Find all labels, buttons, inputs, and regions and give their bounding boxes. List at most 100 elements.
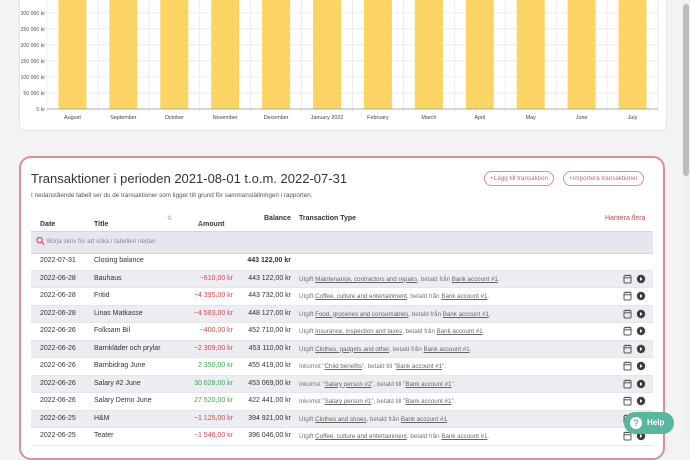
type-link[interactable]: Bank account #1 [401,416,447,423]
bar[interactable] [363,0,392,109]
bar[interactable] [160,0,189,109]
type-link[interactable]: Bank account #1 [441,293,487,300]
calendar-icon[interactable] [623,344,632,353]
type-link[interactable]: Bank account #1 [452,276,498,283]
table-row[interactable]: 2022-07-31 Closing balance 443 122,00 kr [31,253,653,271]
table-row[interactable]: 2022-06-25 H&M −1 125,00 kr 394 921,00 kr Ut… [31,410,653,428]
search-placeholder: Börja skriv för att söka i tabellen neda… [47,238,156,245]
arrow-right-circle-icon[interactable] [636,326,646,336]
table-row[interactable]: 2022-06-26 Salary Demo June 27 520,00 kr 42… [31,393,653,411]
search-icon [36,236,45,245]
add-transaction-button[interactable]: +Lägg till transaktion [484,171,554,186]
sort-icon[interactable]: ⇅ [167,215,172,222]
arrow-right-circle-icon[interactable] [636,291,646,301]
type-link[interactable]: Bank account #1 [437,328,483,335]
bar[interactable] [109,0,138,109]
type-text: ", betald till " [371,398,406,405]
type-text: Utgift [299,310,316,318]
type-text: , betald från [402,328,437,335]
type-text: Inkomst " [299,380,325,388]
calendar-icon[interactable] [623,326,632,336]
help-button[interactable]: ? Help [624,412,674,434]
row-actions [623,344,646,353]
row-transaction-type: Utgift Clothes, gadgets and other, betal… [299,346,471,353]
row-amount: −4 395,00 kr [193,292,233,299]
table-row[interactable]: 2022-06-26 Barnkläder och prylar −2 309,00… [31,340,653,358]
table-row[interactable]: 2022-06-28 Linas Matkasse −4 583,00 kr 448 … [31,305,653,323]
bar[interactable] [211,0,240,109]
row-balance: 396 046,00 kr [248,432,291,439]
row-title: Barnkläder och prylar [94,344,161,352]
arrow-right-circle-icon[interactable] [636,361,646,371]
type-link[interactable]: Bank account #1 [405,381,451,388]
type-link[interactable]: Bank account #1 [424,346,470,353]
help-label: Help [647,418,665,427]
manage-multiple-link[interactable]: Hantera flera [605,215,645,222]
calendar-icon[interactable] [623,379,632,388]
calendar-icon[interactable] [623,274,632,283]
row-date: 2022-06-26 [40,362,76,369]
table-row[interactable]: 2022-06-26 Salary #2 June 30 628,00 kr 453 … [31,375,653,393]
calendar-icon[interactable] [623,309,632,318]
calendar-icon[interactable] [623,291,632,301]
type-link[interactable]: Bank account #1 [443,311,489,318]
type-link[interactable]: Maintenance, contractors and repairs [315,276,417,283]
bar[interactable] [58,0,87,109]
x-tick-label: February [367,115,389,121]
table-row[interactable]: 2022-06-25 Teater −1 546,00 kr 396 046,00 k… [31,428,653,446]
import-transactions-button[interactable]: +Importera transaktioner [563,171,644,186]
y-tick-label: 50 000 kr [23,91,45,97]
type-text: ". [451,398,456,405]
bar[interactable] [465,0,494,109]
row-date: 2022-06-26 [40,379,76,387]
type-link[interactable]: Insurance, inspection and taxes [315,328,402,335]
arrow-right-circle-icon[interactable] [636,274,646,283]
row-transaction-type: Utgift Clothes and shoes, betald från Ba… [299,416,449,423]
y-tick-label: 150 000 kr [20,59,45,65]
arrow-right-circle-icon[interactable] [636,379,646,388]
row-balance: 455 419,00 kr [248,362,291,369]
bar[interactable] [313,0,342,109]
arrow-right-circle-icon[interactable] [636,344,646,353]
type-link[interactable]: Salary person #2 [325,381,372,388]
bar[interactable] [414,0,443,109]
row-amount: −1 125,00 kr [193,414,233,422]
type-text: ". [442,363,447,370]
type-link[interactable]: Clothes, gadgets and other [315,346,389,353]
table-row[interactable]: 2022-06-28 Bauhaus −610,00 kr 443 122,00 kr… [31,270,653,288]
row-transaction-type: Inkomst "Child benefits", betald till "B… [299,363,446,370]
type-link[interactable]: Clothes and shoes [315,416,366,423]
bar[interactable] [516,0,545,109]
type-link[interactable]: Child benefits [325,363,363,370]
row-title: Folksam Bil [94,327,131,334]
type-link[interactable]: Bank account #1 [396,363,442,370]
table-row[interactable]: 2022-06-26 Folksam Bil −400,00 kr 452 710,0… [31,323,653,341]
table-row[interactable]: 2022-06-26 Barnbidrag June 2 350,00 kr 455 … [31,358,653,376]
type-link[interactable]: Coffee, culture and entertainment [315,293,407,300]
search-input[interactable]: Börja skriv för att söka i tabellen neda… [36,236,648,248]
row-balance: 452 710,00 kr [248,327,291,334]
row-actions [623,326,646,336]
bar[interactable] [618,0,647,109]
type-link[interactable]: Salary person #1 [325,398,372,405]
sort-icon: ⇅ [40,222,46,228]
table-row[interactable]: 2022-06-28 Fritid −4 395,00 kr 443 732,00 k… [31,288,653,306]
type-text: , betald från [406,293,442,300]
type-text: . [469,345,472,353]
bar[interactable] [567,0,596,109]
row-title: H&M [94,414,110,422]
row-balance: 443 122,00 kr [248,274,291,282]
scrollbar-thumb[interactable] [683,4,689,176]
calendar-icon[interactable] [623,361,632,371]
x-tick-label: June [576,115,588,121]
scrollbar[interactable] [682,0,690,439]
arrow-right-circle-icon[interactable] [636,396,646,406]
arrow-right-circle-icon[interactable] [636,309,646,318]
calendar-icon[interactable] [623,396,632,406]
x-tick-label: September [110,115,137,121]
type-link[interactable]: Food, groceries and consumables [315,311,408,318]
bar[interactable] [262,0,291,109]
y-tick-label: 200 000 kr [20,43,45,49]
type-link[interactable]: Bank account #1 [405,398,451,405]
x-tick-label: May [526,115,536,121]
